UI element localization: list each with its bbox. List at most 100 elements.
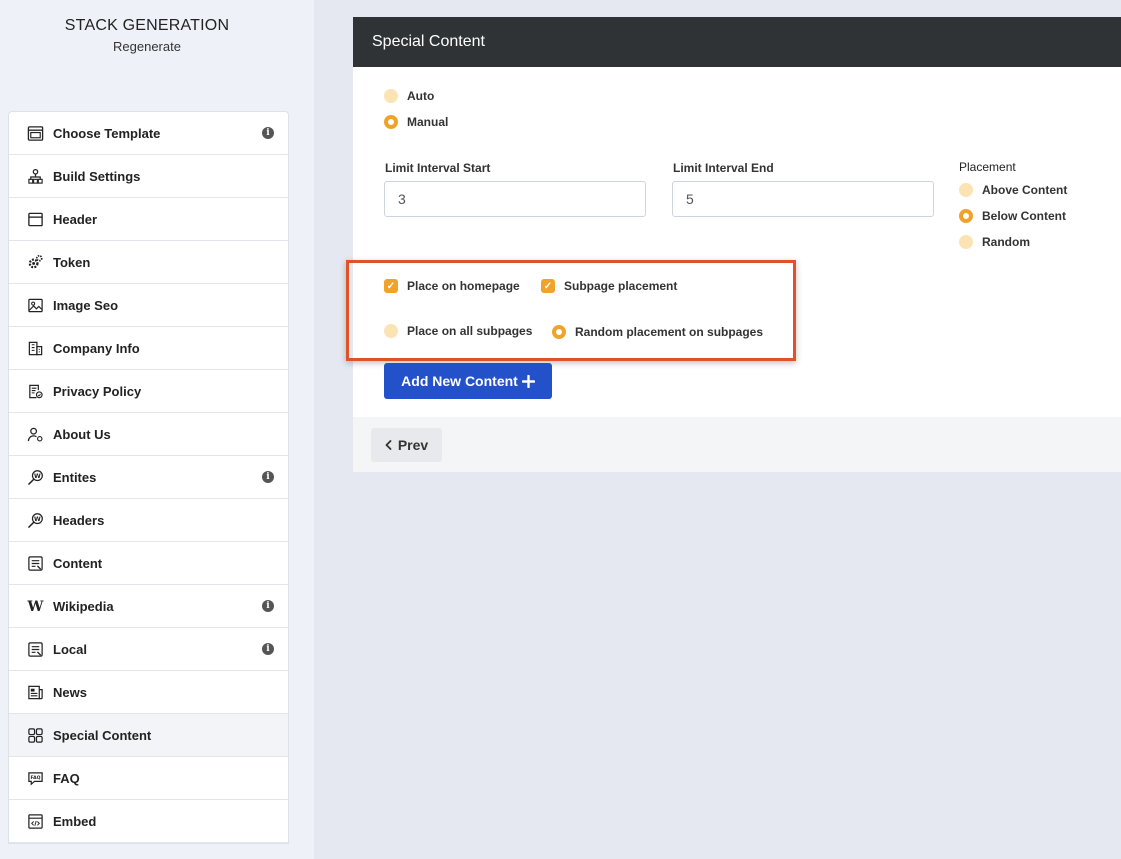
sidebar-item-image-seo[interactable]: Image Seo [9,284,288,327]
gears-icon [26,253,44,271]
brand-title: STACK GENERATION [64,17,230,34]
radio-all-subpages[interactable]: Place on all subpages [384,324,532,338]
radio-random-label: Random [982,235,1030,249]
radio-auto[interactable]: Auto [384,89,434,103]
sidebar-item-label: FAQ [53,770,80,786]
limit-start-input[interactable]: 3 [384,181,646,217]
add-new-content-button[interactable]: Add New Content [384,363,552,399]
building-icon [26,339,44,357]
sidebar-item-header[interactable]: Header [9,198,288,241]
sidebar-item-privacy-policy[interactable]: Privacy Policy [9,370,288,413]
template-icon [26,124,44,142]
sidebar-item-build-settings[interactable]: Build Settings [9,155,288,198]
sidebar-item-label: About Us [53,426,111,442]
sidebar-item-label: Special Content [53,727,152,743]
sidebar-menu: Choose Template i Build Settings Header Toke… [8,111,289,844]
sidebar-item-choose-template[interactable]: Choose Template i [9,112,288,155]
header-icon [26,210,44,228]
placement-label: Placement [959,160,1016,174]
radio-manual-label: Manual [407,115,449,129]
card-title: Special Content [353,17,1121,67]
radio-random[interactable]: Random [959,235,1030,249]
radio-all-subpages-label: Place on all subpages [407,324,533,338]
sidebar-item-label: Image Seo [53,297,119,313]
subpage-placement-label: Subpage placement [564,279,678,293]
sidebar-item-about-us[interactable]: About Us [9,413,288,456]
radio-manual-indicator[interactable] [384,115,398,129]
policy-icon [26,382,44,400]
radio-above-indicator[interactable] [959,183,973,197]
hierarchy-icon [26,167,44,185]
sidebar-item-local[interactable]: Local i [9,628,288,671]
sidebar-item-label: Header [53,211,98,227]
wiki-search-icon: W [26,511,44,529]
sidebar-item-headers[interactable]: W Headers [9,499,288,542]
sidebar-item-label: Build Settings [53,168,141,184]
sidebar-item-content[interactable]: Content [9,542,288,585]
sidebar-item-faq[interactable]: FAQ FAQ [9,757,288,800]
sidebar-item-company-info[interactable]: Company Info [9,327,288,370]
embed-icon [26,812,44,830]
regenerate-link[interactable]: Regenerate [0,39,294,54]
radio-random-subpages-label: Random placement on subpages [575,325,764,339]
image-icon [26,296,44,314]
check-icon[interactable]: ✓ [384,279,398,293]
plus-icon [521,374,535,388]
sidebar-item-wikipedia[interactable]: W Wikipedia i [9,585,288,628]
prev-label: Prev [397,437,429,453]
radio-all-subpages-indicator[interactable] [384,324,398,338]
info-icon[interactable]: i [262,127,274,139]
sidebar-item-label: Embed [53,813,97,829]
info-icon[interactable]: i [262,643,274,655]
info-icon[interactable]: i [262,600,274,612]
radio-auto-label: Auto [407,89,435,103]
svg-text:W: W [34,472,41,479]
faq-icon: FAQ [26,769,44,787]
sidebar-item-label: Entites [53,469,97,485]
sidebar-item-label: News [53,684,87,700]
radio-above-label: Above Content [982,183,1068,197]
limit-end-input[interactable]: 5 [672,181,934,217]
sidebar-item-label: Wikipedia [53,598,114,614]
chevron-left-icon [385,440,392,450]
svg-text:W: W [27,599,44,615]
brand: STACK GENERATION Regenerate [0,17,294,54]
sidebar-item-label: Token [53,254,91,270]
sidebar-item-label: Privacy Policy [53,383,142,399]
info-icon[interactable]: i [262,471,274,483]
highlight-box [346,260,796,361]
radio-random-indicator[interactable] [959,235,973,249]
sidebar-item-special-content[interactable]: Special Content [9,714,288,757]
wiki-search-icon: W [26,468,44,486]
radio-above-content[interactable]: Above Content [959,183,1067,197]
radio-random-subpages[interactable]: Random placement on subpages [552,325,763,339]
limit-end-label: Limit Interval End [673,161,774,175]
sidebar-item-embed[interactable]: Embed [9,800,288,843]
radio-manual[interactable]: Manual [384,115,448,129]
radio-auto-indicator[interactable] [384,89,398,103]
user-settings-icon [26,425,44,443]
grid-icon [26,726,44,744]
content-icon [26,640,44,658]
limit-start-label: Limit Interval Start [385,161,491,175]
sidebar-item-label: Local [53,641,87,657]
radio-below-label: Below Content [982,209,1066,223]
place-homepage-checkbox[interactable]: ✓ Place on homepage [384,279,520,293]
subpage-placement-checkbox[interactable]: ✓ Subpage placement [541,279,677,293]
sidebar-item-news[interactable]: News [9,671,288,714]
sidebar-item-entites[interactable]: W Entites i [9,456,288,499]
radio-below-indicator[interactable] [959,209,973,223]
sidebar-item-label: Content [53,555,103,571]
radio-random-subpages-indicator[interactable] [552,325,566,339]
check-icon[interactable]: ✓ [541,279,555,293]
card-footer [353,417,1121,472]
radio-below-content[interactable]: Below Content [959,209,1066,223]
sidebar-item-token[interactable]: Token [9,241,288,284]
prev-button[interactable]: Prev [371,428,442,462]
svg-text:W: W [34,515,41,522]
sidebar-item-label: Headers [53,512,105,528]
add-new-content-label: Add New Content [401,373,518,389]
content-icon [26,554,44,572]
sidebar-item-label: Choose Template [53,125,161,141]
place-homepage-label: Place on homepage [407,279,520,293]
